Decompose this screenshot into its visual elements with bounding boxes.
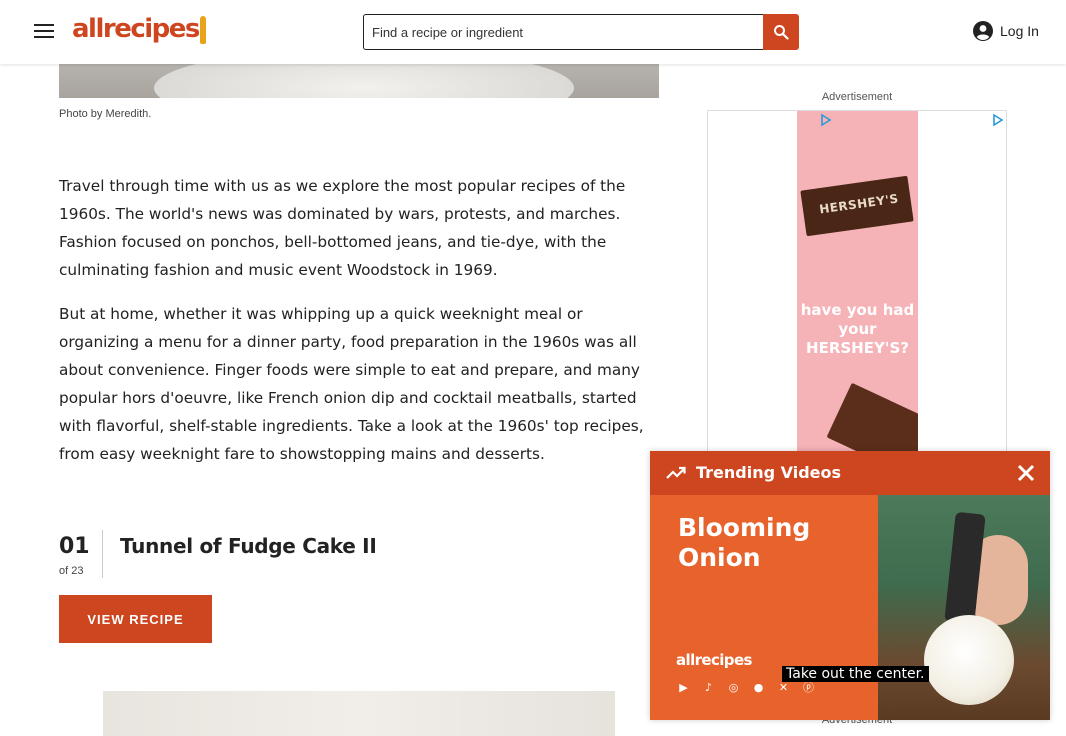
onion-image	[924, 615, 1014, 705]
video-subtitle: Take out the center.	[782, 666, 929, 682]
article-paragraph: But at home, whether it was whipping up …	[59, 305, 644, 463]
search-input[interactable]	[363, 14, 763, 50]
site-header: allrecipes Log In	[0, 0, 1066, 64]
search-bar	[363, 14, 799, 50]
adchoices-icon[interactable]	[820, 114, 832, 126]
video-logo: allrecipes	[676, 651, 752, 669]
ad-copy: have you had your HERSHEY'S?	[800, 301, 915, 357]
logo-text: allrecipes	[72, 14, 200, 44]
login-label: Log In	[1000, 23, 1039, 39]
trending-header: Trending Videos	[650, 451, 1050, 495]
facebook-icon: ●	[753, 681, 764, 694]
trending-videos-player: Trending Videos Blooming Onion allrecipe…	[650, 451, 1050, 720]
close-icon[interactable]	[1014, 463, 1038, 483]
list-item-number: 01	[59, 534, 90, 559]
site-logo[interactable]: allrecipes	[72, 14, 206, 44]
divider	[102, 530, 103, 578]
youtube-icon: ▶	[679, 681, 688, 694]
video-player[interactable]: Blooming Onion allrecipes ▶ ♪ ◎ ● ✕ ⓟ Ta…	[650, 495, 1050, 720]
menu-icon[interactable]	[30, 20, 58, 44]
list-item-count: of 23	[59, 565, 84, 577]
list-item-title[interactable]: Tunnel of Fudge Cake II	[120, 534, 377, 558]
x-icon: ✕	[778, 681, 789, 694]
tiktok-icon: ♪	[704, 681, 713, 694]
video-title: Blooming Onion	[678, 513, 811, 572]
photo-caption: Photo by Meredith.	[59, 108, 152, 120]
video-footage	[878, 495, 1050, 720]
page: Photo by Meredith. Travel through time w…	[0, 0, 1066, 736]
view-recipe-button[interactable]: VIEW RECIPE	[59, 595, 212, 643]
sidebar-ad[interactable]: HERSHEY'S have you had your HERSHEY'S?	[707, 110, 1007, 455]
social-icons: ▶ ♪ ◎ ● ✕ ⓟ	[676, 681, 816, 694]
article-body: Travel through time with us as we explor…	[59, 172, 663, 484]
trending-up-icon	[666, 466, 686, 479]
article-paragraph: Travel through time with us as we explor…	[59, 177, 626, 279]
adchoices-icon[interactable]	[992, 114, 1004, 126]
advertisement-label: Advertisement	[821, 91, 893, 103]
trending-title: Trending Videos	[696, 463, 842, 482]
spoon-icon	[199, 16, 206, 44]
search-icon	[774, 25, 789, 40]
user-icon	[973, 21, 993, 41]
ad-creative[interactable]: HERSHEY'S have you had your HERSHEY'S?	[797, 111, 918, 454]
instagram-icon: ◎	[728, 681, 739, 694]
chocolate-bar-image	[826, 382, 918, 454]
next-item-photo[interactable]	[103, 691, 615, 736]
login-button[interactable]: Log In	[972, 20, 1039, 42]
search-button[interactable]	[763, 14, 799, 50]
pinterest-icon: ⓟ	[803, 681, 814, 694]
